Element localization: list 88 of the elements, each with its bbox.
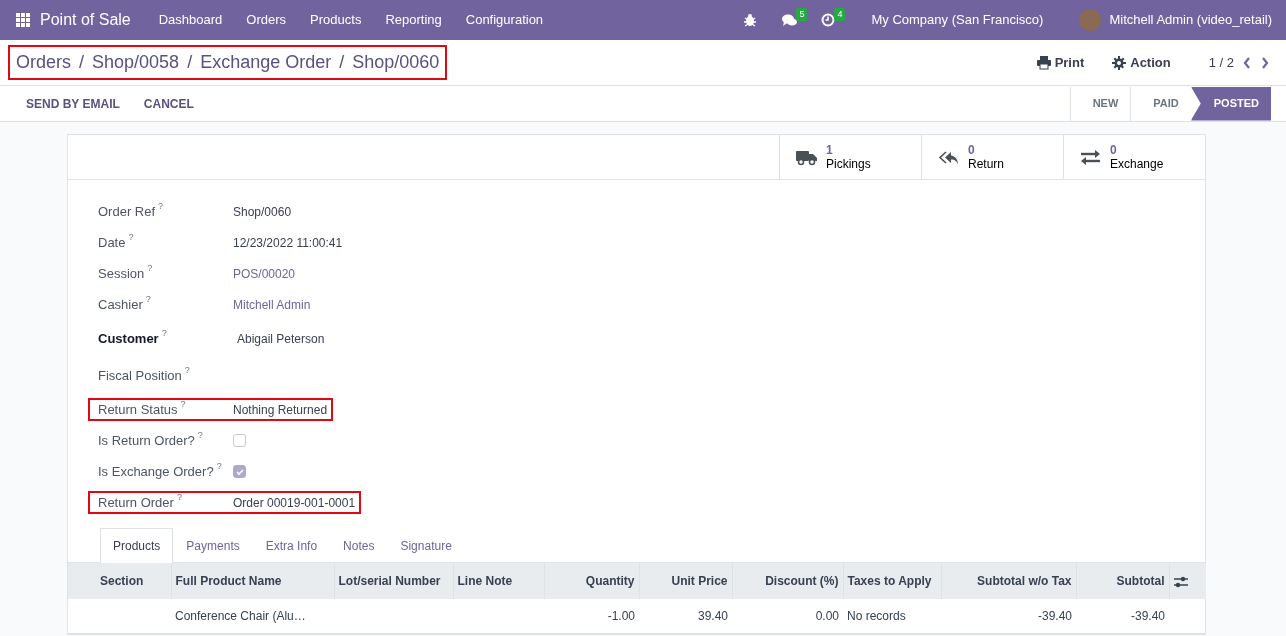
column-header[interactable]: Subtotal [1076, 563, 1169, 599]
field-value: Nothing Returned [233, 401, 328, 419]
table-cell: 39.40 [697, 609, 728, 623]
field-label: Date [98, 233, 126, 252]
field-link[interactable]: POS/00020 [233, 264, 296, 283]
field-label: Return Order [98, 493, 174, 512]
breadcrumb-separator: / [79, 51, 85, 74]
user-avatar [1079, 9, 1102, 31]
help-mark[interactable]: ? [176, 492, 182, 502]
notebook-tab[interactable]: Payments [173, 528, 253, 563]
column-header[interactable]: Section [68, 563, 171, 599]
chevron-left-icon[interactable] [1242, 55, 1252, 70]
notebook-tab[interactable]: Notes [330, 528, 388, 563]
column-header[interactable]: Full Product Name [171, 563, 334, 599]
toolbar-menu-button[interactable]: Print [1030, 51, 1091, 74]
printer-icon [1036, 55, 1051, 70]
clock-icon[interactable] [821, 13, 836, 27]
message-count-badge: 5 [796, 8, 808, 21]
column-header[interactable]: Discount (%) [732, 563, 843, 599]
apps-menu-icon[interactable] [16, 13, 30, 27]
help-mark[interactable]: ? [216, 461, 222, 471]
column-header[interactable]: Unit Price [639, 563, 732, 599]
field-link[interactable]: Mitchell Admin [233, 295, 311, 314]
column-header[interactable]: Quantity [544, 563, 639, 599]
table-cell: -39.40 [1037, 609, 1072, 623]
sliders-icon[interactable] [1173, 574, 1188, 589]
field-label: Customer [98, 329, 159, 348]
column-header[interactable]: Line Note [453, 563, 544, 599]
checkbox[interactable] [233, 465, 246, 478]
menu-item[interactable]: Reporting [373, 10, 454, 30]
chat-icon[interactable] [781, 13, 798, 27]
app-title[interactable]: Point of Sale [40, 8, 131, 32]
notebook-tab[interactable]: Products [100, 528, 174, 563]
header-button[interactable]: SEND BY EMAIL [14, 94, 132, 113]
menu-item[interactable]: Dashboard [146, 10, 235, 30]
help-mark[interactable]: ? [180, 399, 186, 409]
menu-item[interactable]: Configuration [453, 10, 556, 30]
column-header[interactable]: Subtotal w/o Tax [941, 563, 1076, 599]
checkbox[interactable] [233, 434, 246, 447]
help-mark[interactable]: ? [184, 365, 190, 375]
bug-icon[interactable] [743, 13, 758, 27]
menu-item[interactable]: Orders [234, 10, 299, 30]
company-switcher[interactable]: My Company (San Francisco) [859, 10, 1056, 30]
help-mark[interactable]: ? [161, 328, 167, 338]
pager-value: 1 / 2 [1208, 53, 1234, 72]
field-label: Session [98, 264, 145, 283]
help-mark[interactable]: ? [145, 294, 151, 304]
help-mark[interactable]: ? [158, 201, 164, 211]
help-mark[interactable]: ? [128, 232, 134, 242]
help-mark[interactable]: ? [147, 263, 153, 273]
truck-icon [796, 148, 818, 166]
activity-count-badge: 4 [834, 8, 846, 21]
column-header[interactable]: Taxes to Apply [843, 563, 941, 599]
reply-arrow-icon [938, 148, 960, 166]
field-value: Abigail Peterson [237, 330, 325, 348]
notebook-tab[interactable]: Extra Info [252, 528, 331, 563]
field-label: Fiscal Position [98, 366, 182, 385]
table-cell: Conference Chair (Alu… [175, 609, 306, 623]
breadcrumb-separator: / [187, 51, 193, 74]
user-menu[interactable]: Mitchell Admin (video_retail) [1105, 10, 1276, 30]
breadcrumb-item[interactable]: Orders [16, 49, 71, 76]
chevron-right-icon[interactable] [1260, 55, 1270, 70]
table-cell: -1.00 [607, 609, 635, 623]
field-label: Order Ref [98, 202, 156, 221]
notebook-tab[interactable]: Signature [387, 528, 465, 563]
breadcrumb-item[interactable]: Shop/0058 [92, 49, 180, 76]
field-label: Is Return Order? [98, 431, 195, 450]
breadcrumb-item: Shop/0060 [352, 51, 440, 74]
header-button[interactable]: CANCEL [131, 94, 206, 113]
check-icon [234, 466, 245, 477]
swap-arrows-icon [1080, 148, 1102, 166]
gear-icon [1112, 55, 1127, 70]
field-value: 12/23/2022 11:00:41 [233, 234, 343, 252]
breadcrumb-separator: / [339, 51, 345, 74]
field-label: Cashier [98, 295, 143, 314]
field-value: Shop/0060 [233, 203, 292, 221]
menu-item[interactable]: Products [298, 10, 374, 30]
table-cell: 0.00 [815, 609, 839, 623]
help-mark[interactable]: ? [197, 430, 203, 440]
field-label: Is Exchange Order? [98, 462, 214, 481]
table-cell: No records [847, 609, 906, 623]
column-header[interactable]: Lot/serial Number [334, 563, 453, 599]
field-label: Return Status [98, 400, 178, 419]
breadcrumb-item[interactable]: Exchange Order [200, 49, 332, 76]
field-value: Order 00019-001-0001 [233, 494, 356, 512]
status-stage[interactable]: POSTED [1190, 86, 1271, 121]
table-cell: -39.40 [1130, 609, 1165, 623]
toolbar-menu-button[interactable]: Action [1106, 51, 1177, 74]
